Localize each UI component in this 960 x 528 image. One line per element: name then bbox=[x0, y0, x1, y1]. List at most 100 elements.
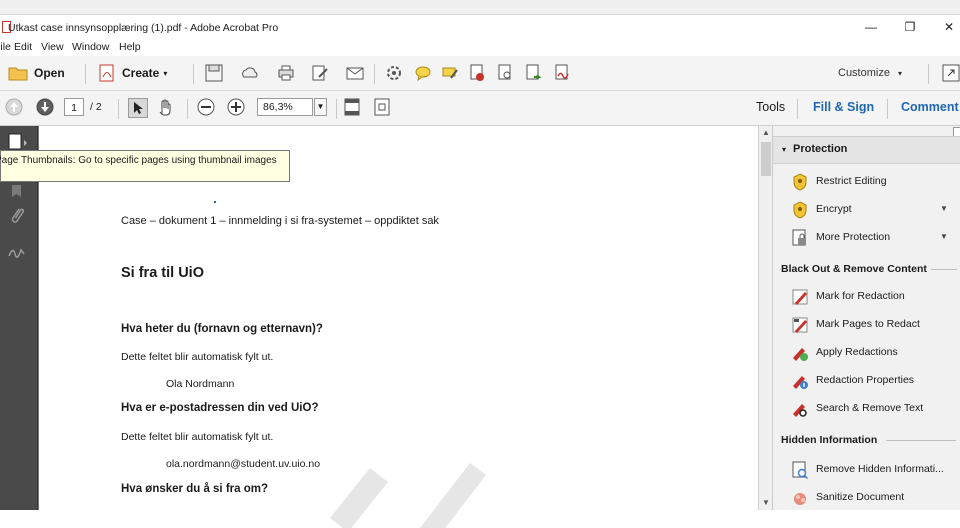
doc-note-2: Dette feltet blir automatisk fylt ut. bbox=[121, 431, 274, 443]
doc-question-2: Hva er e-postadressen din ved UiO? bbox=[121, 402, 319, 414]
document-lock-icon bbox=[792, 229, 806, 246]
chevron-down-icon: ▾ bbox=[897, 68, 902, 78]
apply-redaction-icon bbox=[793, 348, 808, 361]
page-number-input[interactable]: 1 bbox=[64, 98, 84, 116]
full-screen-icon[interactable] bbox=[373, 98, 391, 116]
encrypt-label: Encrypt bbox=[816, 203, 852, 215]
gear-icon[interactable] bbox=[385, 64, 403, 82]
hidden-info-section-title: Hidden Information bbox=[781, 434, 878, 446]
page-dot bbox=[214, 201, 216, 203]
expand-icon[interactable] bbox=[942, 64, 960, 82]
document-scrollbar[interactable]: ▲ ▼ bbox=[758, 126, 773, 510]
tooltip-text: Page Thumbnails: Go to specific pages us… bbox=[0, 155, 277, 166]
title-bar: Utkast case innsynsopplæring (1).pdf - A… bbox=[0, 15, 960, 37]
apply-redactions-item[interactable]: Apply Redactions bbox=[773, 341, 960, 365]
remove-hidden-info-item[interactable]: Remove Hidden Informati... bbox=[773, 458, 960, 482]
tools-pane: ▾ Protection Restrict Editing Encrypt ▼ … bbox=[772, 126, 960, 510]
restrict-editing-item[interactable]: Restrict Editing bbox=[773, 170, 960, 194]
bookmark-icon[interactable] bbox=[10, 184, 24, 201]
signature-icon[interactable] bbox=[8, 246, 26, 263]
chevron-down-icon[interactable]: ▼ bbox=[940, 232, 948, 241]
tab-comment[interactable]: Comment bbox=[901, 100, 959, 114]
mark-pages-redact-label: Mark Pages to Redact bbox=[816, 318, 920, 330]
zoom-in-icon[interactable] bbox=[227, 98, 245, 116]
minimize-button[interactable]: — bbox=[862, 20, 880, 34]
hand-tool-icon[interactable] bbox=[157, 98, 175, 116]
shield-icon bbox=[793, 173, 807, 191]
search-remove-text-label: Search & Remove Text bbox=[816, 402, 924, 414]
scrollbar-thumb[interactable] bbox=[761, 142, 771, 176]
zoom-out-icon[interactable] bbox=[197, 98, 215, 116]
remove-hidden-info-label: Remove Hidden Informati... bbox=[816, 463, 944, 475]
sign-icon[interactable] bbox=[553, 64, 571, 82]
protection-header-label: Protection bbox=[793, 143, 848, 155]
taskbar-strip bbox=[0, 0, 960, 15]
section-divider bbox=[931, 269, 957, 270]
encrypt-item[interactable]: Encrypt ▼ bbox=[773, 198, 960, 222]
redaction-properties-icon bbox=[793, 376, 808, 389]
toolbar-divider bbox=[336, 99, 337, 119]
redact-pen-icon bbox=[792, 289, 808, 305]
create-label: Create bbox=[122, 66, 160, 80]
previous-page-icon[interactable] bbox=[5, 98, 23, 116]
select-cursor-icon[interactable] bbox=[128, 98, 148, 118]
stamp-icon[interactable] bbox=[468, 64, 486, 82]
zoom-input[interactable]: 86,3% bbox=[257, 98, 313, 116]
tab-fill-sign[interactable]: Fill & Sign bbox=[813, 100, 874, 114]
restrict-editing-label: Restrict Editing bbox=[816, 175, 887, 187]
zoom-dropdown-icon[interactable]: ▼ bbox=[314, 98, 327, 116]
toolbar-divider bbox=[928, 64, 929, 84]
save-icon[interactable] bbox=[205, 64, 223, 82]
email-icon[interactable] bbox=[346, 64, 364, 82]
document-icon[interactable] bbox=[496, 64, 514, 82]
redaction-properties-item[interactable]: Redaction Properties bbox=[773, 369, 960, 393]
open-label: Open bbox=[34, 66, 65, 80]
chevron-down-icon: ▾ bbox=[782, 145, 787, 154]
menu-window[interactable]: Window bbox=[72, 41, 109, 53]
mark-for-redaction-label: Mark for Redaction bbox=[816, 290, 905, 302]
chevron-down-icon[interactable]: ▼ bbox=[940, 204, 948, 213]
doc-question-1: Hva heter du (fornavn og etternavn)? bbox=[121, 323, 323, 335]
doc-heading: Si fra til UiO bbox=[121, 265, 204, 281]
page-total: / 2 bbox=[90, 101, 102, 113]
restore-button[interactable]: ❐ bbox=[901, 20, 919, 34]
tab-tools[interactable]: Tools bbox=[756, 100, 785, 114]
mark-for-redaction-item[interactable]: Mark for Redaction bbox=[773, 285, 960, 309]
cloud-upload-icon[interactable] bbox=[241, 64, 259, 82]
thumbnails-tooltip: Page Thumbnails: Go to specific pages us… bbox=[0, 150, 290, 182]
menu-help[interactable]: Help bbox=[119, 41, 141, 53]
highlight-icon[interactable] bbox=[441, 64, 459, 82]
toolbar-divider bbox=[797, 99, 798, 119]
print-icon[interactable] bbox=[277, 64, 295, 82]
protection-header[interactable]: ▾ Protection bbox=[773, 136, 960, 164]
close-button[interactable]: ✕ bbox=[940, 20, 958, 34]
edit-icon[interactable] bbox=[311, 64, 329, 82]
more-protection-item[interactable]: More Protection ▼ bbox=[773, 226, 960, 250]
scroll-down-icon[interactable]: ▼ bbox=[759, 498, 773, 507]
attachment-icon[interactable] bbox=[10, 206, 25, 229]
menu-view[interactable]: View bbox=[41, 41, 64, 53]
comment-icon[interactable] bbox=[414, 64, 432, 82]
remove-hidden-icon bbox=[792, 461, 809, 479]
scroll-up-icon[interactable]: ▲ bbox=[759, 128, 773, 137]
menu-edit[interactable]: Edit bbox=[14, 41, 32, 53]
sanitize-document-item[interactable]: Sanitize Document bbox=[773, 486, 960, 510]
create-button[interactable]: Create ▾ bbox=[98, 62, 167, 84]
create-pdf-icon bbox=[99, 64, 114, 82]
toolbar-divider bbox=[85, 64, 86, 84]
next-page-icon[interactable] bbox=[36, 98, 54, 116]
doc-question-3: Hva ønsker du å si fra om? bbox=[121, 483, 268, 495]
folder-icon bbox=[8, 67, 28, 81]
fit-page-icon[interactable] bbox=[343, 98, 361, 116]
sanitize-document-label: Sanitize Document bbox=[816, 491, 905, 503]
main-toolbar: Open Create ▾ Customize ▾ bbox=[0, 56, 960, 91]
mark-pages-redact-item[interactable]: Mark Pages to Redact bbox=[773, 313, 960, 337]
menu-file[interactable]: File bbox=[0, 41, 11, 53]
toolbar-divider bbox=[193, 64, 194, 84]
search-remove-text-item[interactable]: Search & Remove Text bbox=[773, 397, 960, 421]
export-icon[interactable] bbox=[524, 64, 542, 82]
open-button[interactable]: Open bbox=[8, 62, 65, 84]
customize-button[interactable]: Customize ▾ bbox=[838, 62, 902, 84]
chevron-down-icon: ▾ bbox=[163, 68, 168, 78]
section-divider bbox=[886, 440, 956, 441]
